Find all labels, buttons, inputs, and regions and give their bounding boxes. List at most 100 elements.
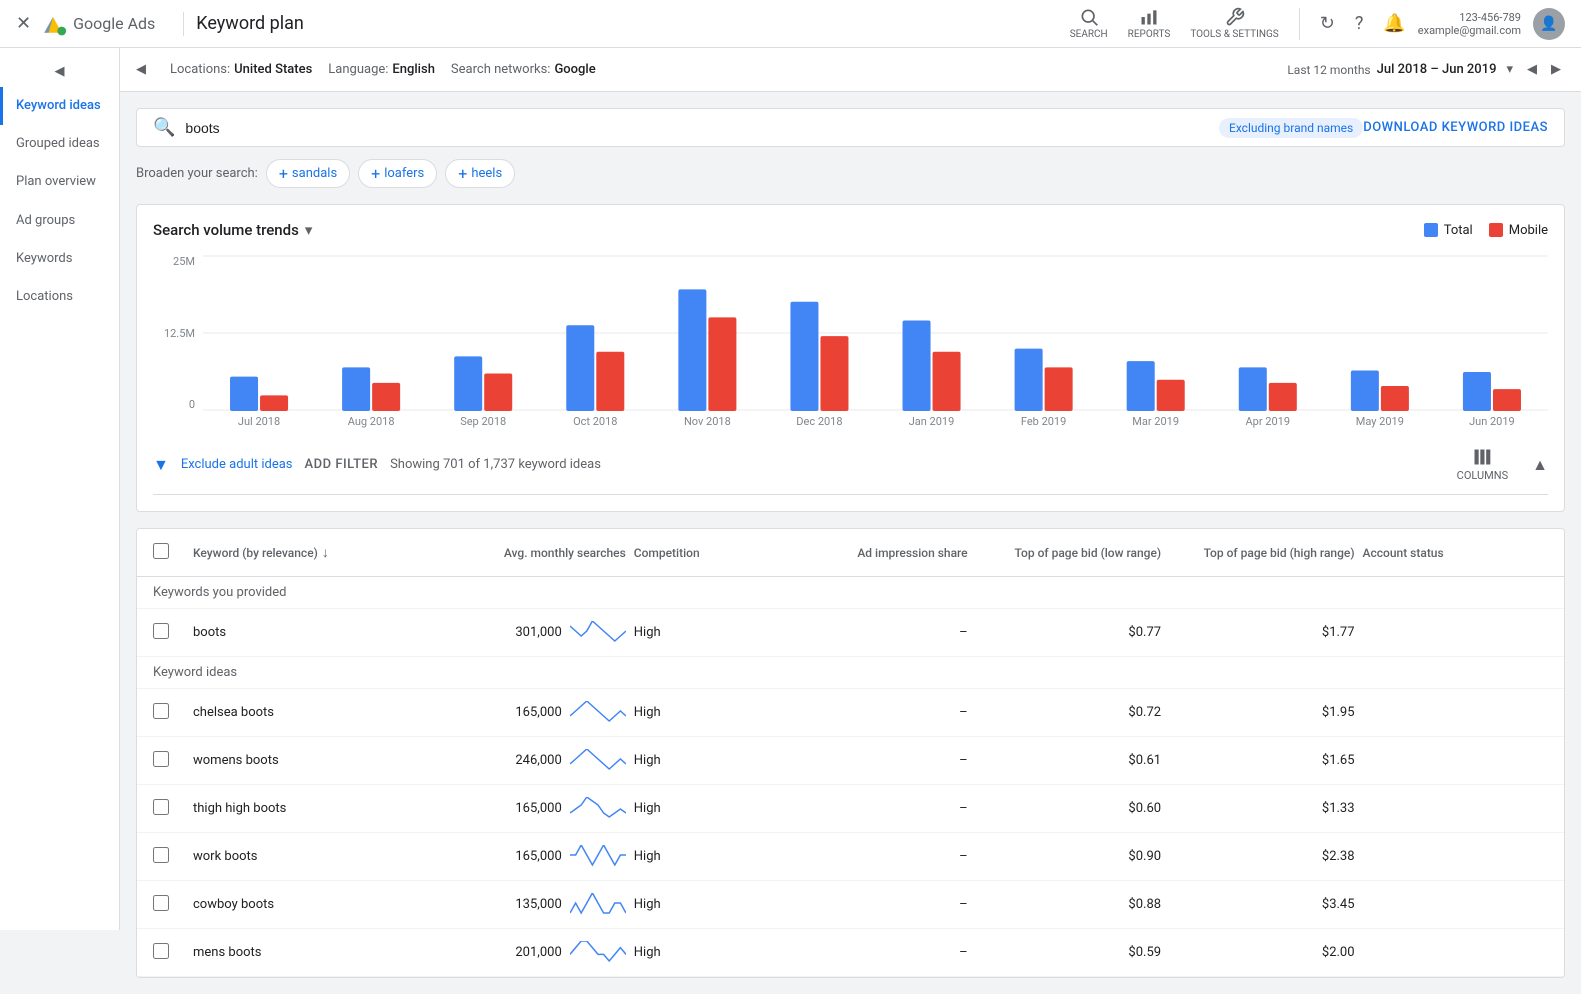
keyword-search-input[interactable] [185, 120, 1219, 136]
ad-impression-cell: – [782, 801, 975, 816]
broaden-chip-sandals[interactable]: + sandals [266, 159, 350, 188]
competition-cell: High [634, 801, 782, 816]
row-checkbox[interactable] [153, 623, 169, 639]
help-button[interactable]: ? [1347, 5, 1372, 42]
download-keyword-ideas-button[interactable]: DOWNLOAD KEYWORD IDEAS [1363, 120, 1548, 135]
collapse-chart-button[interactable]: ▲ [1532, 455, 1548, 475]
main-layout: ◀ Keyword ideas Grouped ideas Plan overv… [0, 48, 1581, 994]
broaden-chip-loafers[interactable]: + loafers [358, 159, 437, 188]
secondary-collapse-button[interactable]: ◀ [136, 62, 146, 77]
th-avg-monthly[interactable]: Avg. monthly searches [440, 546, 633, 560]
sidebar-item-locations[interactable]: Locations [0, 278, 119, 316]
tools-nav-button[interactable]: TOOLS & SETTINGS [1182, 3, 1286, 44]
close-button[interactable]: ✕ [16, 13, 31, 34]
columns-label: COLUMNS [1457, 469, 1508, 482]
broaden-label: Broaden your search: [136, 166, 258, 181]
x-label: Oct 2018 [539, 415, 651, 435]
sidebar-item-ad-groups[interactable]: Ad groups [0, 202, 119, 240]
row-checkbox-cell[interactable] [153, 703, 193, 723]
search-nav-button[interactable]: SEARCH [1062, 3, 1116, 44]
row-checkbox-cell[interactable] [153, 623, 193, 643]
exclude-adult-ideas-button[interactable]: Exclude adult ideas [181, 457, 293, 472]
language-nav: Language: English [328, 62, 435, 77]
top-bid-high-cell: $3.45 [1169, 897, 1362, 912]
x-label: Apr 2019 [1212, 415, 1324, 435]
provided-rows: boots 301,000 High – $0.77 $1.77 [137, 609, 1564, 657]
x-label: Mar 2019 [1100, 415, 1212, 435]
add-filter-button[interactable]: ADD FILTER [305, 457, 379, 472]
chart-section: Search volume trends ▾ Total Mobile [136, 204, 1565, 512]
date-period: Last 12 months [1287, 63, 1370, 77]
avg-monthly-cell: 165,000 [440, 845, 633, 869]
competition-cell: High [634, 897, 782, 912]
chart-plot [203, 255, 1548, 411]
notifications-button[interactable]: 🔔 [1375, 5, 1413, 42]
header-checkbox[interactable] [153, 543, 193, 563]
th-keyword[interactable]: Keyword (by relevance) ↓ [193, 544, 440, 561]
legend-total: Total [1424, 223, 1473, 238]
reports-nav-button[interactable]: REPORTS [1120, 3, 1179, 44]
row-checkbox-cell[interactable] [153, 799, 193, 819]
chart-title-button[interactable]: Search volume trends ▾ [153, 221, 312, 239]
row-checkbox[interactable] [153, 895, 169, 911]
user-avatar[interactable]: 👤 [1533, 8, 1565, 40]
date-prev-button[interactable]: ◀ [1523, 58, 1541, 81]
row-checkbox[interactable] [153, 751, 169, 767]
select-all-checkbox[interactable] [153, 543, 169, 559]
table-row: cowboy boots 135,000 High – $0.88 $3.45 [137, 881, 1564, 929]
row-checkbox[interactable] [153, 703, 169, 719]
row-checkbox[interactable] [153, 847, 169, 863]
date-range-value: Jul 2018 – Jun 2019 [1377, 62, 1497, 77]
sparkline [570, 749, 626, 773]
date-next-button[interactable]: ▶ [1547, 58, 1565, 81]
row-checkbox-cell[interactable] [153, 895, 193, 915]
keyword-cell: thigh high boots [193, 801, 440, 816]
legend-total-label: Total [1444, 223, 1473, 238]
legend-mobile-color [1489, 223, 1503, 237]
x-label: Jul 2018 [203, 415, 315, 435]
th-ad-impression-label: Ad impression share [857, 546, 967, 560]
row-checkbox-cell[interactable] [153, 847, 193, 867]
top-bid-low-cell: $0.90 [976, 849, 1169, 864]
th-competition-label: Competition [634, 546, 700, 560]
sidebar-item-keyword-ideas[interactable]: Keyword ideas [0, 87, 119, 125]
th-top-bid-low[interactable]: Top of page bid (low range) [976, 546, 1169, 560]
row-checkbox-cell[interactable] [153, 751, 193, 771]
legend-mobile-label: Mobile [1509, 223, 1548, 238]
top-bid-high-cell: $2.00 [1169, 945, 1362, 960]
broaden-chip-heels-label: heels [471, 166, 502, 181]
top-bid-low-cell: $0.77 [976, 625, 1169, 640]
avg-monthly-value: 135,000 [515, 897, 561, 912]
main-content: 🔍 Excluding brand names DOWNLOAD KEYWORD… [120, 92, 1581, 994]
keyword-cell: boots [193, 625, 440, 640]
th-ad-impression[interactable]: Ad impression share [782, 546, 975, 560]
ad-impression-cell: – [782, 945, 975, 960]
excluding-badge[interactable]: Excluding brand names [1219, 118, 1363, 138]
table-row: work boots 165,000 High – $0.90 $2.38 [137, 833, 1564, 881]
top-bid-low-cell: $0.72 [976, 705, 1169, 720]
sidebar-item-plan-overview[interactable]: Plan overview [0, 163, 119, 201]
broaden-chip-heels[interactable]: + heels [445, 159, 515, 188]
th-competition[interactable]: Competition [634, 546, 782, 560]
row-checkbox[interactable] [153, 799, 169, 815]
th-account-status-label: Account status [1363, 546, 1444, 560]
sidebar-collapse-button[interactable]: ◀ [0, 56, 119, 87]
refresh-button[interactable]: ↻ [1312, 5, 1343, 42]
row-checkbox-cell[interactable] [153, 943, 193, 963]
page-title: Keyword plan [196, 13, 1061, 34]
x-label: Sep 2018 [427, 415, 539, 435]
th-top-bid-high[interactable]: Top of page bid (high range) [1169, 546, 1362, 560]
sidebar-item-grouped-ideas[interactable]: Grouped ideas [0, 125, 119, 163]
avg-monthly-cell: 246,000 [440, 749, 633, 773]
avg-monthly-cell: 135,000 [440, 893, 633, 917]
th-account-status[interactable]: Account status [1363, 546, 1548, 560]
search-networks-label: Search networks: [451, 62, 551, 77]
sidebar: ◀ Keyword ideas Grouped ideas Plan overv… [0, 48, 120, 930]
row-checkbox[interactable] [153, 943, 169, 959]
search-networks-nav: Search networks: Google [451, 62, 596, 77]
sidebar-item-keywords[interactable]: Keywords [0, 240, 119, 278]
table-header: Keyword (by relevance) ↓ Avg. monthly se… [137, 529, 1564, 577]
columns-button[interactable]: COLUMNS [1457, 447, 1508, 482]
date-dropdown-button[interactable]: ▾ [1502, 58, 1517, 81]
top-bid-low-cell: $0.88 [976, 897, 1169, 912]
